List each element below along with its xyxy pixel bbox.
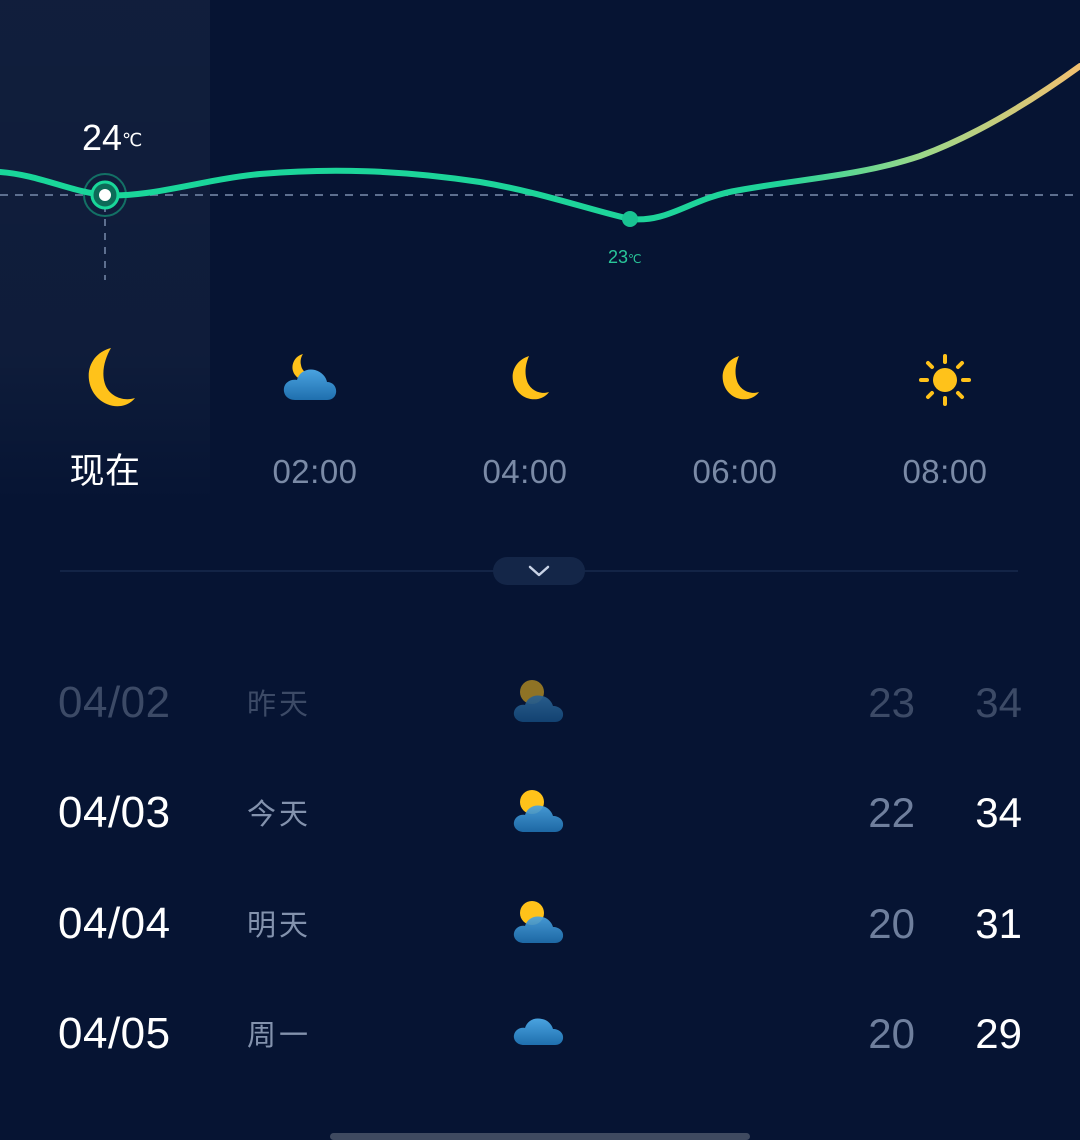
temperature-line <box>0 63 1080 223</box>
day-date: 04/02 <box>58 678 171 727</box>
hourly-item-now[interactable]: 现在 <box>35 340 175 500</box>
daily-row-tomorrow[interactable]: 04/04 明天 20 31 <box>0 889 1080 959</box>
day-high-temp: 34 <box>975 679 1022 726</box>
day-name: 昨天 <box>247 689 312 721</box>
partly-cloudy-icon <box>513 901 564 943</box>
min-temperature-unit: ℃ <box>628 252 642 266</box>
hourly-item-0600[interactable]: 06:00 <box>665 340 805 500</box>
partly-cloudy-icon <box>513 680 564 722</box>
current-temperature-label: 24℃ <box>82 118 142 158</box>
moon-icon <box>722 356 759 400</box>
daily-row-today[interactable]: 04/03 今天 22 34 <box>0 778 1080 848</box>
day-date: 04/04 <box>58 899 171 948</box>
moon-cloud-icon <box>283 354 337 400</box>
temperature-curve-chart <box>0 63 1080 280</box>
weather-screen: 24℃ 23℃ 现在 02:00 04:00 06:00 08:00 04/02… <box>0 0 1080 1140</box>
partly-cloudy-icon <box>513 790 564 832</box>
daily-row-monday[interactable]: 04/05 周一 20 29 <box>0 999 1080 1069</box>
day-date: 04/03 <box>58 788 171 837</box>
cloud-icon <box>513 1018 564 1045</box>
hourly-time-label: 02:00 <box>272 453 358 490</box>
day-low-temp: 20 <box>868 900 915 947</box>
daily-row-yesterday[interactable]: 04/02 昨天 23 34 <box>0 668 1080 738</box>
home-indicator[interactable] <box>330 1133 750 1140</box>
collapse-toggle-button[interactable] <box>493 557 585 585</box>
hourly-time-label: 04:00 <box>482 453 568 490</box>
current-temperature-unit: ℃ <box>122 130 143 150</box>
current-temperature-value: 24 <box>82 117 123 158</box>
moon-icon <box>88 348 135 407</box>
min-temperature-value: 23 <box>608 247 629 267</box>
day-low-temp: 22 <box>868 789 915 836</box>
chevron-down-icon <box>528 565 550 577</box>
current-temp-point-center <box>99 189 111 201</box>
hourly-time-label: 06:00 <box>692 453 778 490</box>
min-temperature-label: 23℃ <box>608 246 642 270</box>
day-high-temp: 34 <box>975 789 1022 836</box>
day-high-temp: 29 <box>975 1010 1022 1057</box>
day-low-temp: 20 <box>868 1010 915 1057</box>
hourly-item-0400[interactable]: 04:00 <box>455 340 595 500</box>
day-name: 今天 <box>247 799 312 831</box>
day-name: 周一 <box>247 1020 312 1052</box>
day-date: 04/05 <box>58 1009 171 1058</box>
hourly-item-0800[interactable]: 08:00 <box>875 340 1015 500</box>
min-temp-point <box>622 211 638 227</box>
hourly-time-label: 08:00 <box>902 453 988 490</box>
hourly-item-0200[interactable]: 02:00 <box>245 340 385 500</box>
day-name: 明天 <box>247 910 312 942</box>
sun-icon <box>919 354 971 406</box>
moon-icon <box>512 356 549 400</box>
day-high-temp: 31 <box>975 900 1022 947</box>
hourly-time-label: 现在 <box>69 452 141 491</box>
day-low-temp: 23 <box>868 679 915 726</box>
